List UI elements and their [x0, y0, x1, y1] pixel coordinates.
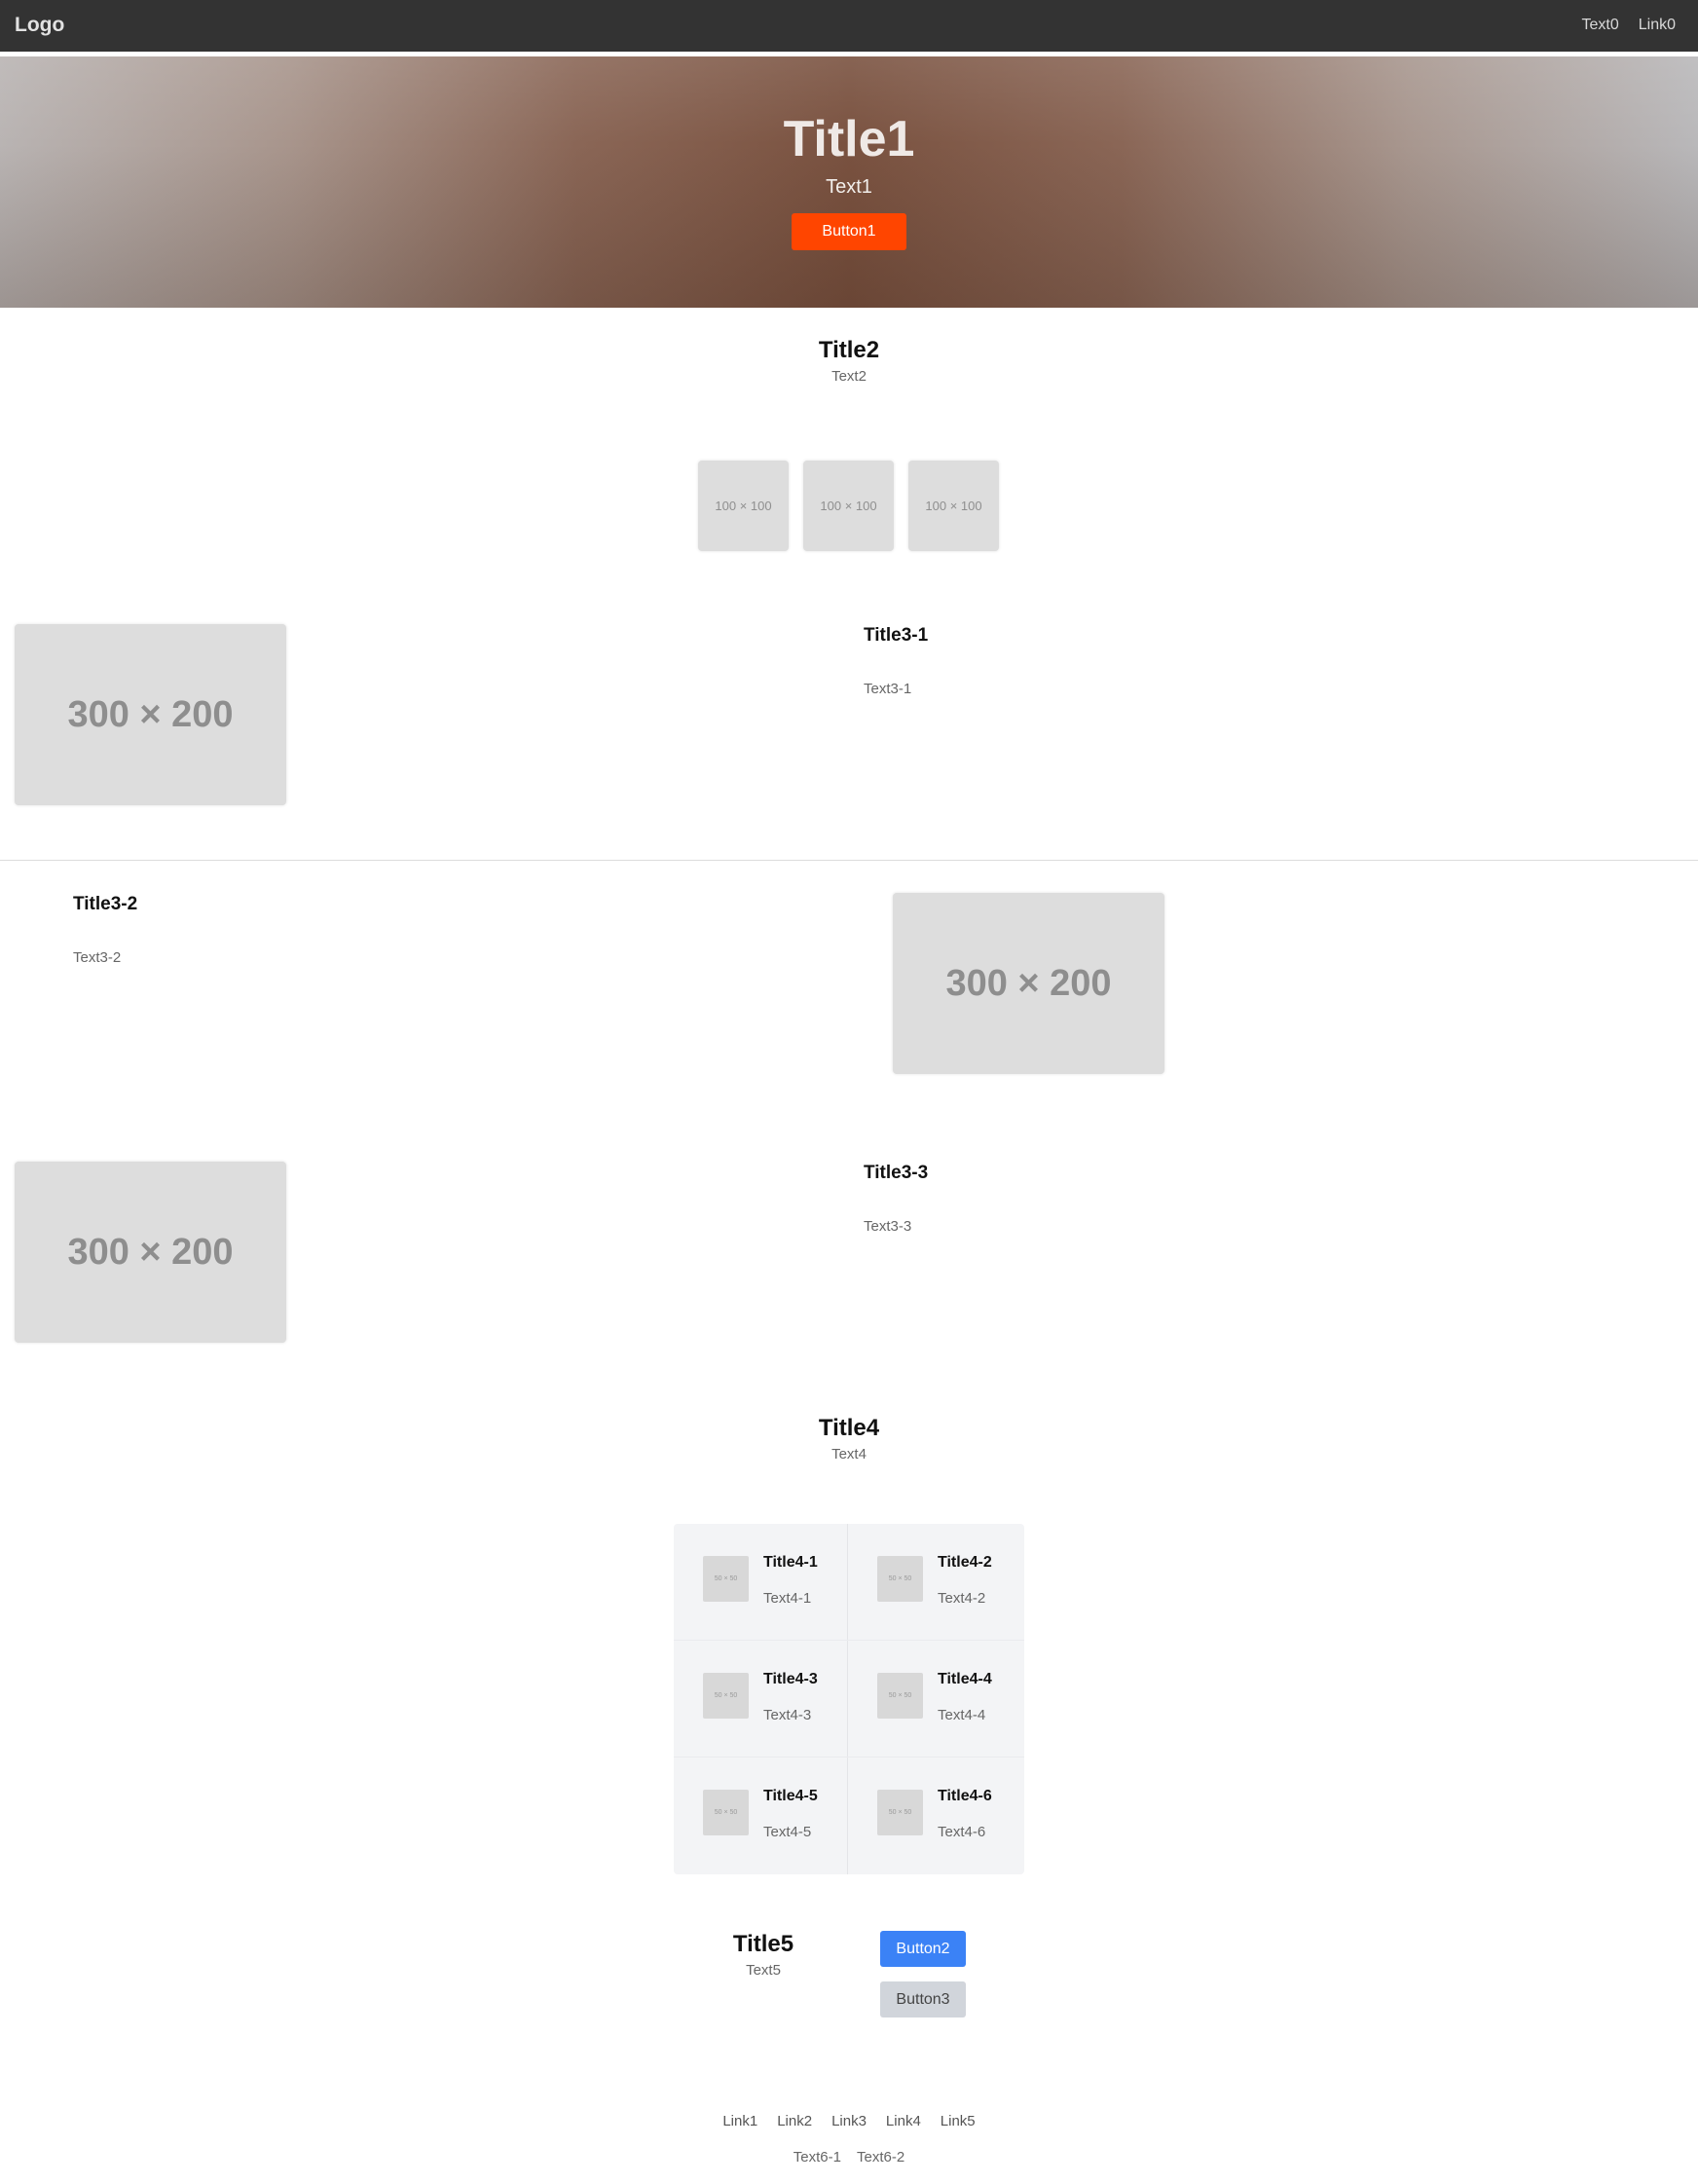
hero-button[interactable]: Button1: [792, 213, 906, 250]
item-text: Text4-4: [938, 1707, 986, 1723]
hero-banner: Title1 Text1 Button1: [0, 56, 1698, 308]
feature-title: Title3-3: [864, 1163, 929, 1183]
grid-item: 50 × 50 Title4-2 Text4-2: [848, 1524, 1021, 1639]
nav-right: Text0 Link0: [1582, 17, 1677, 34]
grid-item: 50 × 50 Title4-6 Text4-6: [848, 1758, 1021, 1872]
footer-link[interactable]: Link5: [941, 2113, 976, 2129]
item-text: Text4-1: [763, 1590, 812, 1607]
logo[interactable]: Logo: [15, 14, 64, 37]
section-divider: [0, 860, 1698, 861]
thumbnail-image: 100 × 100: [698, 461, 789, 551]
footer-link[interactable]: Link2: [777, 2113, 812, 2129]
item-title: Title4-1: [763, 1554, 818, 1571]
section4-title: Title4: [818, 1415, 880, 1441]
thumbnail-image: 100 × 100: [803, 461, 894, 551]
footer-link[interactable]: Link4: [886, 2113, 921, 2129]
feature-image: 300 × 200: [893, 893, 1164, 1074]
hero-title: Title1: [783, 111, 915, 167]
feature-text: Text3-3: [864, 1218, 912, 1235]
nav-text: Text0: [1581, 17, 1619, 33]
footer-text: Text6-1: [793, 2149, 841, 2165]
grid-item: 50 × 50 Title4-3 Text4-3: [674, 1641, 847, 1756]
item-image: 50 × 50: [703, 1556, 749, 1602]
section2-title: Title2: [818, 337, 880, 363]
nav-link[interactable]: Link0: [1639, 17, 1676, 34]
footer-texts: Text6-1 Text6-2: [0, 2149, 1698, 2165]
item-text: Text4-2: [938, 1590, 986, 1607]
section2-text: Text2: [831, 368, 867, 385]
grid-item: 50 × 50 Title4-5 Text4-5: [674, 1758, 847, 1872]
feature-image: 300 × 200: [15, 1162, 286, 1343]
primary-button[interactable]: Button2: [880, 1931, 966, 1967]
item-text: Text4-6: [938, 1824, 986, 1840]
card-grid: 50 × 50 Title4-1 Text4-1 50 × 50 Title4-…: [674, 1524, 1024, 1874]
top-navbar: Logo Text0 Link0: [0, 0, 1698, 55]
grid-item: 50 × 50 Title4-4 Text4-4: [848, 1641, 1021, 1756]
hero-text: Text1: [826, 176, 872, 198]
footer-link[interactable]: Link1: [722, 2113, 757, 2129]
item-image: 50 × 50: [877, 1673, 923, 1719]
section5-text: Text5: [746, 1962, 781, 1979]
item-image: 50 × 50: [703, 1673, 749, 1719]
item-image: 50 × 50: [877, 1556, 923, 1602]
grid-item: 50 × 50 Title4-1 Text4-1: [674, 1524, 847, 1639]
section5-title: Title5: [732, 1931, 794, 1957]
item-title: Title4-6: [938, 1788, 992, 1804]
item-text: Text4-3: [763, 1707, 812, 1723]
footer-text: Text6-2: [857, 2149, 905, 2165]
item-text: Text4-5: [763, 1824, 812, 1840]
feature-title: Title3-1: [864, 625, 929, 646]
secondary-button[interactable]: Button3: [880, 1981, 966, 2017]
item-image: 50 × 50: [877, 1790, 923, 1835]
footer-links: Link1 Link2 Link3 Link4 Link5: [0, 2113, 1698, 2129]
item-title: Title4-2: [938, 1554, 992, 1571]
item-title: Title4-3: [763, 1671, 818, 1687]
feature-text: Text3-1: [864, 681, 912, 697]
feature-title: Title3-2: [73, 894, 138, 914]
footer-link[interactable]: Link3: [831, 2113, 867, 2129]
item-title: Title4-4: [938, 1671, 992, 1687]
item-image: 50 × 50: [703, 1790, 749, 1835]
section4-text: Text4: [831, 1446, 867, 1462]
feature-image: 300 × 200: [15, 624, 286, 805]
feature-text: Text3-2: [73, 949, 122, 966]
item-title: Title4-5: [763, 1788, 818, 1804]
thumbnail-image: 100 × 100: [908, 461, 999, 551]
